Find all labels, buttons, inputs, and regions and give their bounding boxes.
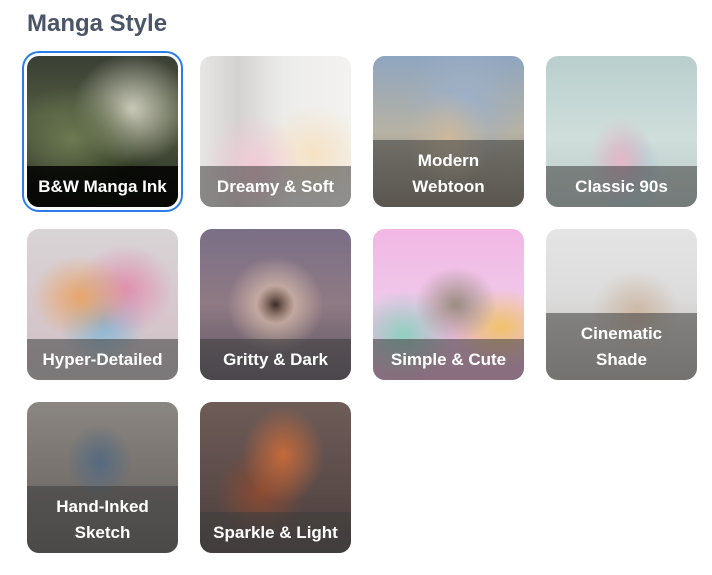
style-label: Simple & Cute (390, 349, 507, 369)
style-card-dreamy-soft[interactable]: Dreamy & Soft (200, 56, 351, 207)
style-label: Hyper-Detailed (42, 349, 163, 369)
style-label: Modern Webtoon (412, 150, 485, 196)
style-card-bw-manga-ink[interactable]: B&W Manga Ink (27, 56, 178, 207)
style-grid: B&W Manga Ink Dreamy & Soft Modern Webto… (27, 56, 697, 553)
style-card-modern-webtoon[interactable]: Modern Webtoon (373, 56, 524, 207)
style-label: Classic 90s (575, 176, 668, 196)
style-label: B&W Manga Ink (38, 176, 167, 196)
style-card-cinematic-shade[interactable]: Cinematic Shade (546, 229, 697, 380)
style-card-sparkle-light[interactable]: Sparkle & Light (200, 402, 351, 553)
style-card-hand-inked-sketch[interactable]: Hand-Inked Sketch (27, 402, 178, 553)
style-card-hyper-detailed[interactable]: Hyper-Detailed (27, 229, 178, 380)
style-card-gritty-dark[interactable]: Gritty & Dark (200, 229, 351, 380)
style-label: Dreamy & Soft (216, 176, 335, 196)
style-card-classic-90s[interactable]: Classic 90s (546, 56, 697, 207)
section-title: Manga Style (27, 10, 168, 37)
style-card-simple-cute[interactable]: Simple & Cute (373, 229, 524, 380)
style-label: Cinematic Shade (580, 323, 663, 369)
style-label: Hand-Inked Sketch (56, 496, 149, 542)
style-label: Gritty & Dark (223, 349, 328, 369)
style-label: Sparkle & Light (213, 522, 338, 542)
